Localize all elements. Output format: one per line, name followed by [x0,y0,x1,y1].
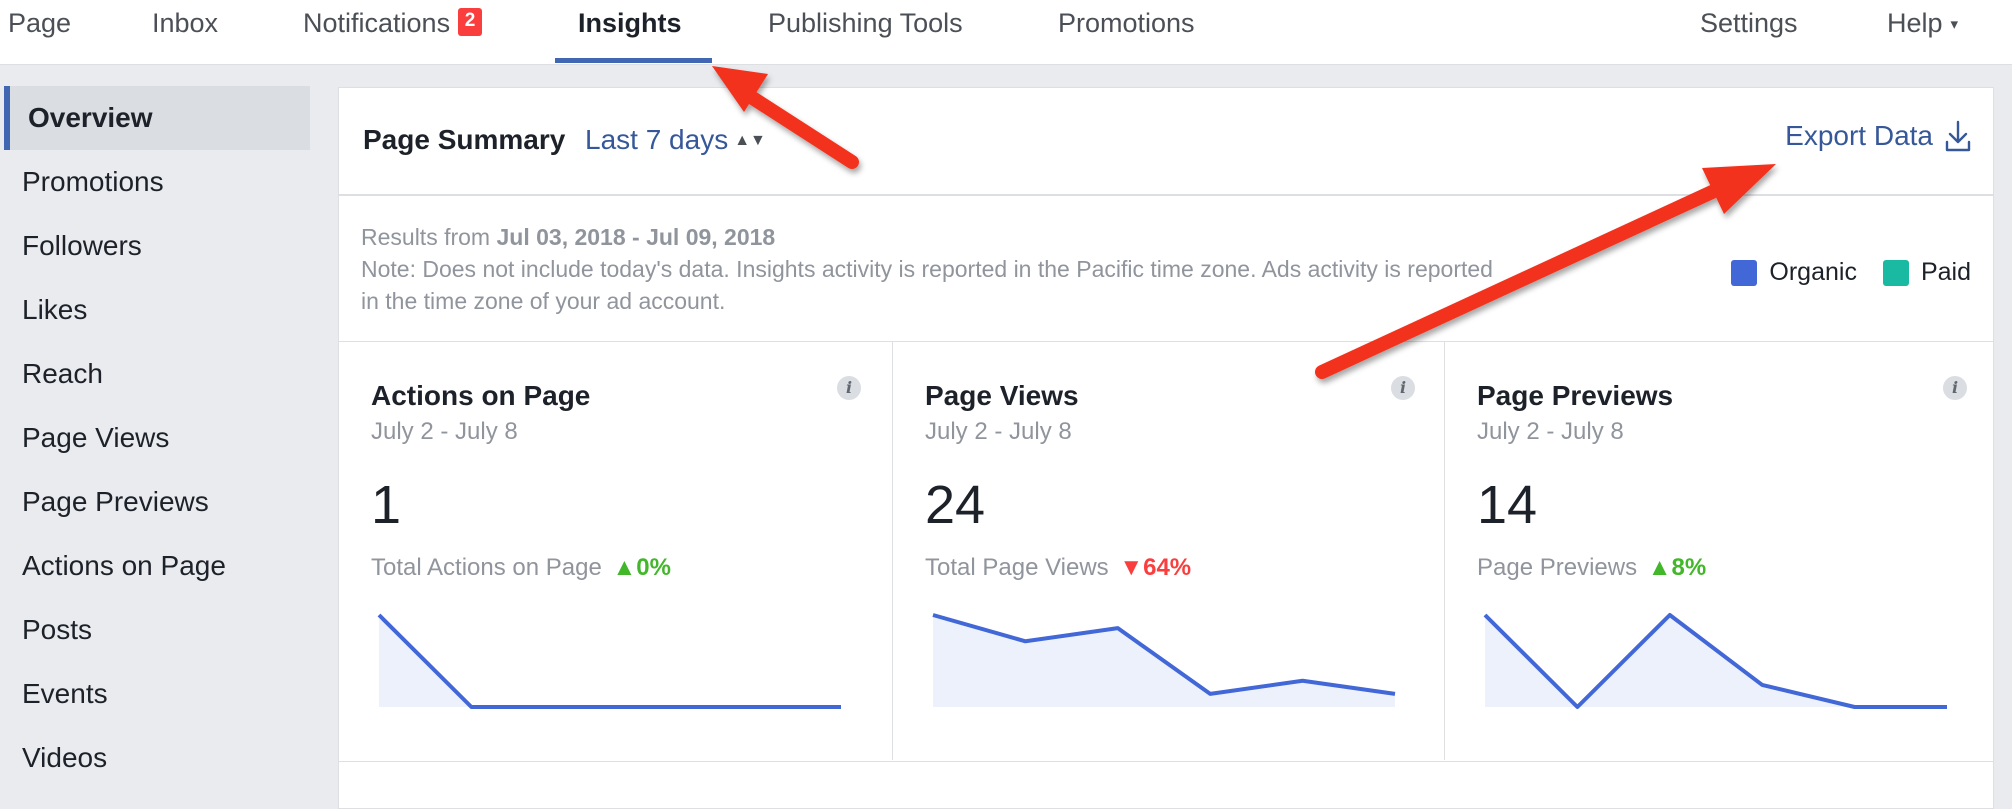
info-icon[interactable]: i [1391,376,1415,400]
results-range-line: Results from Jul 03, 2018 - Jul 09, 2018 [361,221,1671,253]
nav-tab-label: Settings [1700,8,1798,38]
sidebar-item-videos[interactable]: Videos [0,726,312,790]
results-info: Results from Jul 03, 2018 - Jul 09, 2018… [361,221,1671,317]
metric-change: ▲8% [1648,554,1706,581]
triangle-up-icon: ▲ [612,554,637,581]
nav-tab-label: Inbox [152,8,219,38]
metric-change: ▲0% [613,554,671,581]
results-note-line-1: Note: Does not include today's data. Ins… [361,256,1493,282]
legend-item-paid: Paid [1882,258,1971,287]
date-range-select[interactable]: Last 7 days ▲▼ [585,124,766,156]
sidebar-item-page-views[interactable]: Page Views [0,406,312,470]
nav-tab-label: Promotions [1058,8,1195,38]
top-navigation: Page Inbox Notifications 2 Insights Publi… [0,0,2012,65]
results-note-line-2: in the time zone of your ad account. [361,288,726,314]
sidebar-item-reach[interactable]: Reach [0,342,312,406]
metric-change-value: 8% [1671,554,1707,581]
legend-swatch-organic [1731,259,1758,286]
metric-change-value: 0% [636,554,671,581]
date-range-value: Last 7 days [585,124,729,155]
sparkline-area [379,615,841,707]
metric-date-range: July 2 - July 8 [1477,418,1624,445]
notification-count-badge: 2 [458,7,483,36]
export-data-button[interactable]: Export Data [1785,120,1971,152]
results-prefix: Results from [361,224,491,250]
page-summary-title: Page Summary [363,124,566,155]
triangle-up-icon: ▲ [1647,554,1672,581]
legend-swatch-paid [1882,259,1909,286]
nav-tab-label: Notifications [303,8,451,38]
metric-card-actions-on-page[interactable]: Actions on Page i July 2 - July 8 1 Tota… [339,342,891,760]
nav-tab-label: Insights [578,8,682,38]
chart-legend: Organic Paid [1719,258,1971,287]
metric-card-page-views[interactable]: Page Views i July 2 - July 8 24 Total Pa… [892,342,1445,760]
metric-title: Page Views [925,380,1079,411]
nav-tab-publishing-tools[interactable]: Publishing Tools [768,0,963,64]
metric-date-range: July 2 - July 8 [925,418,1072,445]
info-icon[interactable]: i [1943,376,1967,400]
metric-subtitle: Total Actions on Page ▲0% [371,554,671,582]
nav-tab-label: Page [8,8,72,38]
sidebar-item-actions-on-page[interactable]: Actions on Page [0,534,312,598]
metric-value: 1 [371,475,402,535]
info-icon[interactable]: i [837,376,861,400]
sidebar-item-events[interactable]: Events [0,662,312,726]
metric-sub-label: Total Actions on Page [371,554,602,581]
export-data-label: Export Data [1785,120,1933,151]
metric-sub-label: Total Page Views [925,554,1109,581]
sort-updown-icon: ▲▼ [734,132,766,149]
metric-title: Actions on Page [371,380,591,411]
metric-subtitle: Page Previews ▲8% [1477,554,1706,582]
nav-tab-label: Publishing Tools [768,8,963,38]
results-date-range: Jul 03, 2018 - Jul 09, 2018 [496,224,776,250]
summary-header: Page Summary Last 7 days ▲▼ Export Data [339,88,1993,196]
legend-item-organic: Organic [1731,258,1857,287]
nav-tab-inbox[interactable]: Inbox [152,0,218,64]
page-summary-card: Page Summary Last 7 days ▲▼ Export Data R… [338,87,1994,809]
nav-tab-notifications[interactable]: Notifications 2 [303,0,483,64]
caret-down-icon: ▾ [1950,16,1959,33]
legend-label-organic: Organic [1769,258,1857,286]
sidebar-item-likes[interactable]: Likes [0,278,312,342]
sparkline-chart [377,613,841,709]
metric-card-page-previews[interactable]: Page Previews i July 2 - July 8 14 Page … [1444,342,1997,760]
active-tab-indicator [555,58,712,63]
metric-value: 14 [1477,475,1538,535]
nav-tab-help[interactable]: Help ▾ [1887,0,1958,64]
metric-change: ▼64% [1119,554,1191,581]
triangle-down-icon: ▼ [1119,554,1144,581]
metric-date-range: July 2 - July 8 [371,418,518,445]
metrics-divider-bottom [339,761,1993,762]
insights-sidebar: Overview Promotions Followers Likes Reac… [0,86,312,790]
sidebar-item-page-previews[interactable]: Page Previews [0,470,312,534]
metric-subtitle: Total Page Views ▼64% [925,554,1191,582]
metric-value: 24 [925,475,986,535]
sidebar-item-promotions[interactable]: Promotions [0,150,312,214]
metric-title: Page Previews [1477,380,1674,411]
sparkline-chart [932,613,1396,707]
nav-tab-insights[interactable]: Insights [578,0,682,64]
legend-label-paid: Paid [1920,258,1971,286]
nav-tab-promotions[interactable]: Promotions [1058,0,1195,64]
nav-tab-label: Help [1887,8,1943,38]
download-icon [1945,120,1971,152]
nav-tab-page[interactable]: Page [8,0,71,64]
metric-change-value: 64% [1143,554,1192,581]
sparkline-area [1485,615,1947,707]
nav-tab-settings[interactable]: Settings [1700,0,1798,64]
sidebar-item-overview[interactable]: Overview [4,86,310,150]
sidebar-item-posts[interactable]: Posts [0,598,312,662]
metric-sub-label: Page Previews [1477,554,1638,581]
sparkline-chart [1483,613,1947,709]
sidebar-item-followers[interactable]: Followers [0,214,312,278]
